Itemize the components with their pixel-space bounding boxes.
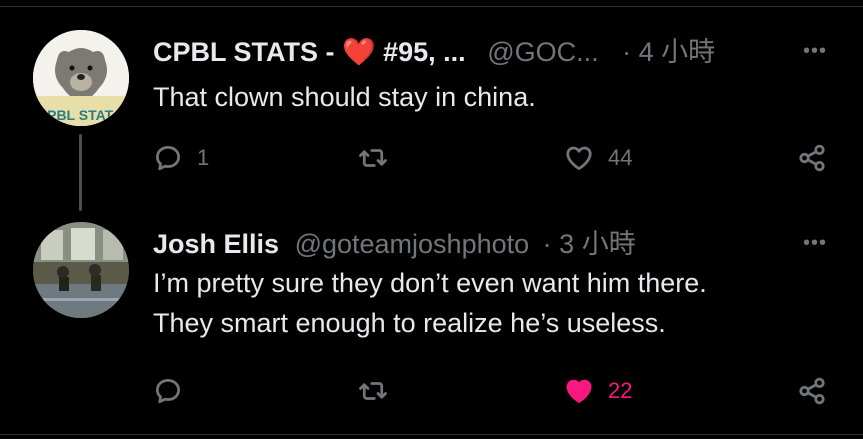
like-count: 44 [608, 145, 633, 170]
tweet-text-line: That clown should stay in china. [153, 82, 536, 112]
timestamp[interactable]: 3 小時 [559, 229, 636, 259]
tweet[interactable]: Josh Ellis @goteamjoshphoto · 3 小時 ••• I… [0, 222, 863, 422]
timestamp[interactable]: 4 小時 [639, 37, 716, 67]
like-button[interactable]: 44 [564, 140, 632, 176]
reply-icon [156, 146, 180, 171]
reply-button[interactable] [153, 373, 197, 409]
like-button[interactable]: 22 [564, 373, 632, 409]
like-icon [566, 146, 592, 170]
retweet-button[interactable] [358, 140, 388, 176]
retweet-icon [359, 149, 387, 167]
tweet-text: That clown should stay in china. [153, 77, 536, 117]
separator-dot: · [622, 37, 632, 67]
avatar[interactable]: CPBL STAT [33, 30, 129, 126]
action-bar: 22 [153, 373, 829, 409]
bottom-divider [0, 434, 863, 435]
user-handle[interactable]: @GOC... [487, 37, 598, 67]
tweet-header: Josh Ellis @goteamjoshphoto · 3 小時 [153, 226, 636, 262]
more-icon[interactable]: ••• [803, 40, 827, 63]
display-name[interactable]: CPBL STATS - ❤️ #95, ... [153, 37, 466, 67]
avatar-text: CPBL STAT [37, 107, 114, 123]
reply-count: 1 [197, 145, 210, 170]
avatar[interactable] [33, 222, 129, 318]
retweet-icon [359, 382, 387, 400]
share-icon [799, 144, 825, 172]
separator-dot: · [542, 229, 552, 259]
display-name[interactable]: Josh Ellis [153, 229, 279, 259]
share-button[interactable] [797, 373, 827, 409]
share-button[interactable] [797, 140, 827, 176]
reply-button[interactable]: 1 [153, 140, 209, 176]
thread-line [79, 134, 82, 211]
reply-icon [156, 379, 180, 404]
user-handle[interactable]: @goteamjoshphoto [295, 229, 530, 259]
tweet-text: I’m pretty sure they don’t even want him… [153, 263, 707, 343]
more-icon[interactable]: ••• [803, 232, 827, 255]
top-divider [0, 6, 863, 7]
tweet-text-line: I’m pretty sure they don’t even want him… [153, 268, 707, 298]
action-bar: 1 44 [153, 140, 829, 176]
share-icon [799, 377, 825, 405]
tweet-text-line: They smart enough to realize he’s useles… [153, 308, 666, 338]
tweet-header: CPBL STATS - ❤️ #95, ... @GOC... · 4 小時 [153, 34, 715, 70]
like-icon [566, 379, 592, 403]
tweet[interactable]: CPBL STAT CPBL STATS - ❤️ #95, ... @GOC.… [0, 30, 863, 215]
like-count: 22 [608, 378, 633, 403]
retweet-button[interactable] [358, 373, 388, 409]
